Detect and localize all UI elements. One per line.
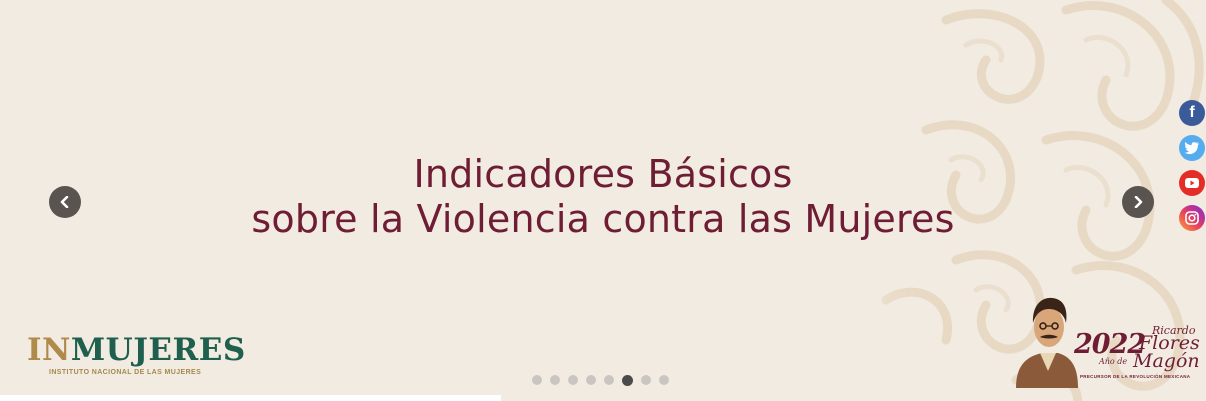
facebook-link[interactable]: f (1179, 100, 1205, 126)
carousel-dot[interactable] (622, 374, 633, 386)
headline-line-2: sobre la Violencia contra las Mujeres (251, 197, 955, 241)
slide-headline: Indicadores Básicos sobre la Violencia c… (0, 152, 1206, 242)
portrait-illustration (1016, 297, 1078, 388)
carousel-dot[interactable] (568, 375, 578, 385)
twitter-icon (1184, 142, 1199, 155)
carousel-dot[interactable] (604, 375, 614, 385)
chevron-right-icon (1134, 196, 1143, 208)
carousel-dot[interactable] (532, 375, 542, 385)
logo-subtitle: INSTITUTO NACIONAL DE LAS MUJERES (49, 369, 202, 376)
logo-name: MUJERES (70, 332, 246, 368)
carousel-dot[interactable] (586, 375, 596, 385)
badge-year-prefix: Año de (1099, 357, 1128, 366)
headline-line-1: Indicadores Básicos (413, 152, 793, 196)
carousel-next-button[interactable] (1122, 186, 1154, 218)
youtube-icon (1185, 178, 1199, 188)
instagram-icon (1185, 211, 1199, 225)
chevron-left-icon (60, 196, 69, 208)
logo-prefix: IN (27, 332, 71, 368)
twitter-link[interactable] (1179, 135, 1205, 161)
content-panel-edge (0, 395, 501, 401)
facebook-icon: f (1189, 104, 1195, 121)
carousel-prev-button[interactable] (49, 186, 81, 218)
carousel-dot[interactable] (550, 375, 560, 385)
inmujeres-logo[interactable]: INMUJERES INSTITUTO NACIONAL DE LAS MUJE… (27, 333, 246, 376)
youtube-link[interactable] (1179, 170, 1205, 196)
badge-tagline: PRECURSOR DE LA REVOLUCIÓN MEXICANA (1080, 374, 1191, 379)
badge-name-last: Magón (1133, 350, 1200, 372)
carousel-indicators (532, 374, 669, 386)
logo-wordmark: INMUJERES (27, 333, 246, 367)
carousel-dot[interactable] (659, 375, 669, 385)
carousel-dot[interactable] (641, 375, 651, 385)
instagram-link[interactable] (1179, 205, 1205, 231)
year-2022-badge: 2022 Año de Ricardo Flores Magón PRECURS… (1012, 293, 1200, 388)
